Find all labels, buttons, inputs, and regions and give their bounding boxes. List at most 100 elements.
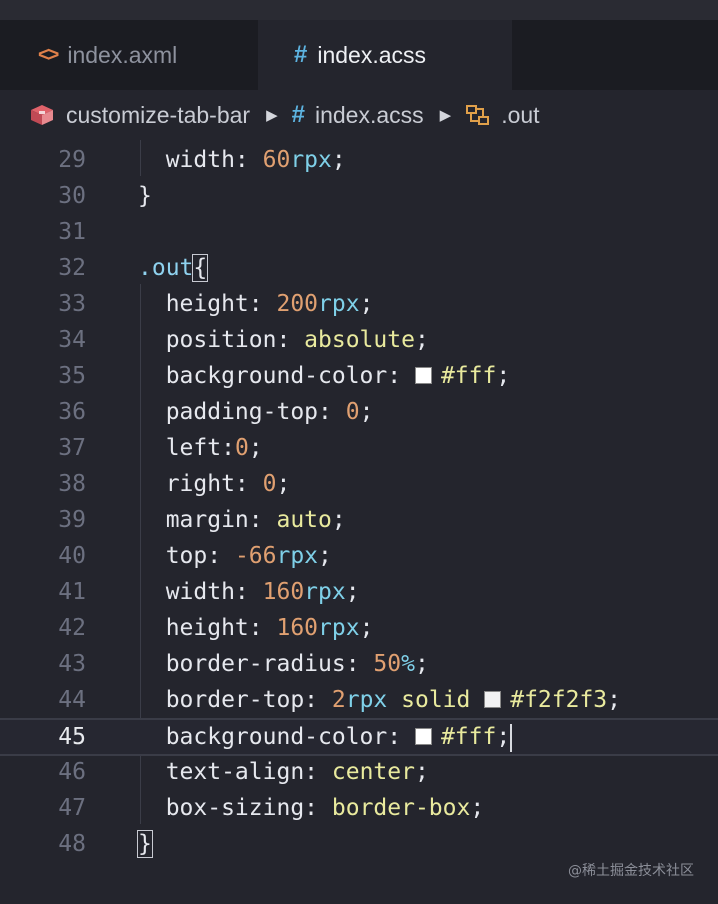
breadcrumb-folder-label: customize-tab-bar	[66, 101, 251, 128]
breadcrumb-symbol-label: .out	[501, 101, 540, 128]
code-token: border-box	[331, 795, 471, 821]
code-line[interactable]: 46 text-align: center;	[0, 754, 718, 790]
tab-bar-empty-area	[512, 20, 718, 90]
code-line[interactable]: 40 top: -66rpx;	[0, 538, 718, 574]
code-text: box-sizing: border-box;	[138, 790, 485, 826]
code-token: top:	[138, 543, 235, 569]
chevron-right-icon: ▶	[439, 107, 452, 124]
code-line[interactable]: 37 left:0;	[0, 430, 718, 466]
code-token: ;	[470, 795, 485, 821]
line-number: 41	[58, 579, 86, 605]
code-token: rpx	[318, 291, 360, 317]
code-line[interactable]: 43 border-radius: 50%;	[0, 646, 718, 682]
code-text: position: absolute;	[138, 322, 429, 358]
code-token: border-top:	[138, 687, 332, 713]
line-number: 46	[58, 759, 86, 785]
code-line[interactable]: 32 .out{	[0, 250, 718, 286]
window-top-strip	[0, 0, 718, 20]
code-text: border-radius: 50%;	[138, 646, 429, 682]
chevron-right-icon: ▶	[266, 107, 278, 124]
code-text: top: -66rpx;	[138, 538, 332, 574]
breadcrumb-file-label: index.acss	[314, 101, 424, 128]
code-token: padding-top:	[138, 399, 346, 425]
code-token: 60	[262, 147, 291, 173]
code-line[interactable]: 41 width: 160rpx;	[0, 574, 718, 610]
code-token: solid	[387, 687, 485, 713]
code-token: background-color:	[138, 724, 415, 750]
line-number: 40	[58, 543, 86, 569]
code-token: 0	[262, 471, 277, 497]
breadcrumb-symbol[interactable]: .out	[465, 101, 540, 129]
code-line[interactable]: 30}	[0, 178, 718, 214]
code-token: rpx	[276, 543, 319, 569]
hash-icon: #	[294, 41, 308, 68]
code-token: 200	[276, 291, 319, 317]
code-token: %	[401, 651, 415, 677]
code-token: 2	[331, 687, 346, 713]
code-text: height: 200rpx;	[138, 286, 374, 322]
color-swatch	[414, 728, 432, 745]
code-token: -66	[234, 543, 277, 569]
code-line[interactable]: 38 right: 0;	[0, 466, 718, 502]
color-swatch	[484, 691, 502, 708]
code-token: right:	[138, 471, 263, 497]
code-token: ;	[414, 759, 429, 785]
code-text: border-top: 2rpx solid #f2f2f3;	[138, 682, 621, 718]
matching-bracket: {	[192, 254, 209, 282]
code-token: background-color:	[138, 363, 415, 389]
watermark: @稀土掘金技术社区	[568, 863, 694, 879]
code-line[interactable]: 39 margin: auto;	[0, 502, 718, 538]
code-line[interactable]: 48}	[0, 826, 718, 862]
editor-tab-bar: <> index.axml # index.acss	[0, 20, 718, 90]
matching-bracket: }	[137, 830, 153, 858]
code-token: 0	[234, 435, 249, 461]
code-token: 160	[276, 615, 319, 641]
code-token: ;	[276, 471, 291, 497]
code-token: center	[331, 759, 415, 785]
tab-label: index.acss	[317, 41, 427, 68]
code-token: ;	[248, 435, 263, 461]
text-cursor	[510, 723, 513, 752]
code-line[interactable]: 36 padding-top: 0;	[0, 394, 718, 430]
code-text: text-align: center;	[138, 754, 429, 790]
code-text: left:0;	[138, 430, 263, 466]
code-token: left:	[138, 435, 235, 461]
code-line[interactable]: 34 position: absolute;	[0, 322, 718, 358]
code-line[interactable]: 42 height: 160rpx;	[0, 610, 718, 646]
code-line[interactable]: 45 background-color: #fff;	[0, 718, 718, 756]
breadcrumb-folder[interactable]: customize-tab-bar	[0, 102, 250, 129]
breadcrumb-file[interactable]: # index.acss	[292, 101, 424, 129]
code-text: background-color: #fff;	[138, 358, 511, 394]
tab-label: index.axml	[67, 41, 178, 68]
symbol-class-icon	[466, 105, 490, 125]
tab-index-acss[interactable]: # index.acss	[258, 20, 512, 90]
code-token: ;	[496, 363, 511, 389]
code-token: width:	[138, 147, 263, 173]
code-text: padding-top: 0;	[138, 394, 374, 430]
code-editor[interactable]: 29 width: 60rpx; 30} 31 32 .out{33 height: 2…	[0, 140, 718, 904]
code-line[interactable]: 44 border-top: 2rpx solid #f2f2f3;	[0, 682, 718, 718]
line-number: 30	[58, 183, 86, 209]
line-number: 32	[58, 255, 86, 281]
line-number: 29	[58, 147, 86, 173]
code-line[interactable]: 31	[0, 214, 718, 250]
code-token: ;	[331, 147, 346, 173]
code-line[interactable]: 47 box-sizing: border-box;	[0, 790, 718, 826]
code-token: auto	[276, 507, 332, 533]
code-token: .out	[138, 255, 194, 281]
line-number: 34	[58, 327, 86, 353]
code-line[interactable]: 33 height: 200rpx;	[0, 286, 718, 322]
code-text: right: 0;	[138, 466, 291, 502]
code-token: ;	[318, 543, 332, 569]
line-number: 35	[58, 363, 86, 389]
code-text: width: 160rpx;	[138, 574, 360, 610]
angle-brackets-icon: <>	[38, 43, 59, 66]
code-line[interactable]: 35 background-color: #fff;	[0, 358, 718, 394]
line-number: 31	[58, 219, 86, 245]
code-text: height: 160rpx;	[138, 610, 374, 646]
line-number: 43	[58, 651, 86, 677]
code-token: 0	[345, 399, 360, 425]
tab-index-axml[interactable]: <> index.axml	[0, 20, 258, 90]
line-number: 45	[58, 724, 86, 750]
code-line[interactable]: 29 width: 60rpx;	[0, 142, 718, 178]
